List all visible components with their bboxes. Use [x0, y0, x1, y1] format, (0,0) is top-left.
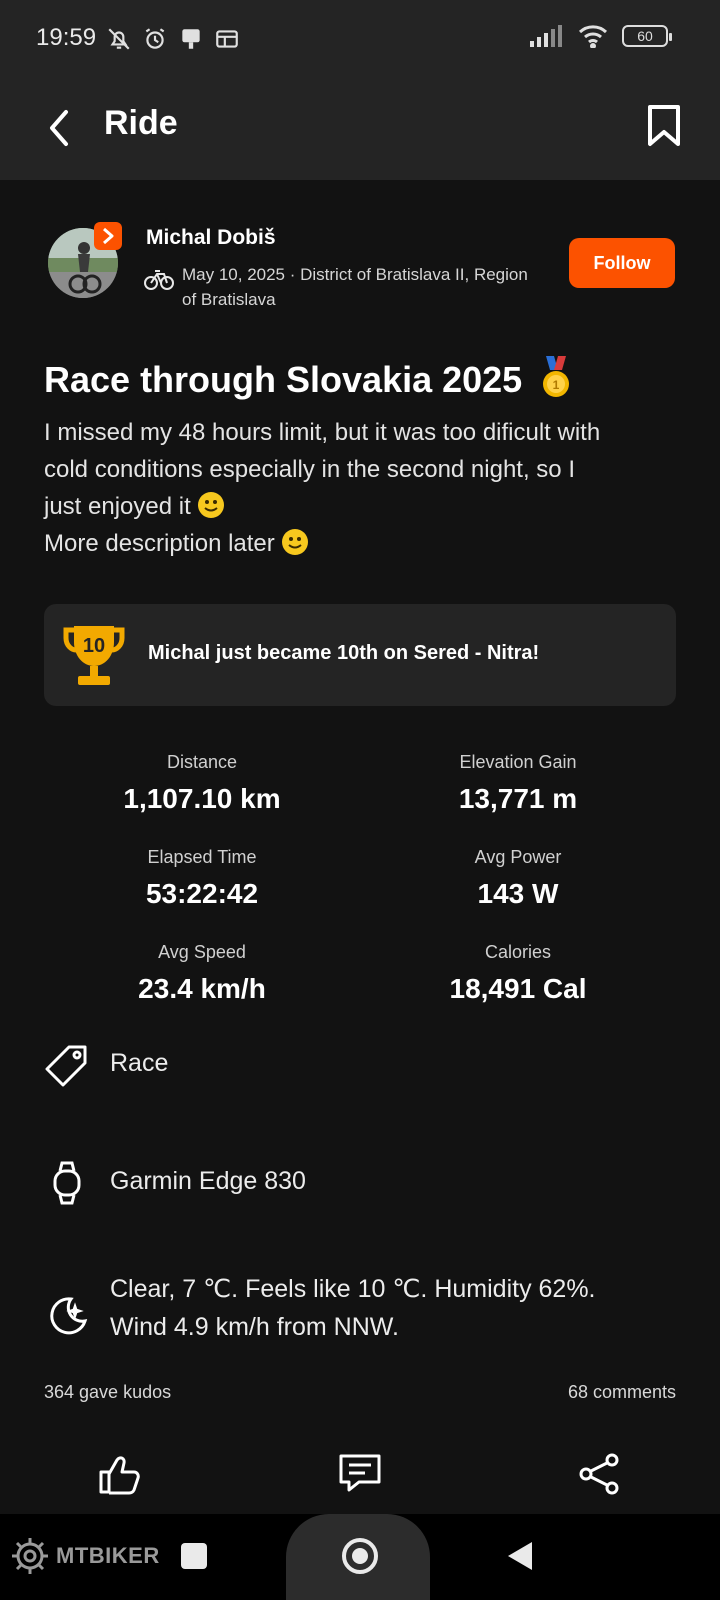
kudos-button[interactable]: [90, 1444, 150, 1504]
recents-button[interactable]: [178, 1540, 210, 1572]
status-icons-right: 60: [530, 24, 672, 48]
activity-description: I missed my 48 hours limit, but it was t…: [44, 414, 684, 562]
stat-label: Elevation Gain: [459, 752, 577, 772]
status-bar: 19:59 60: [0, 0, 720, 80]
description-text: More description later: [44, 530, 275, 557]
alarm-icon: [145, 28, 165, 49]
status-time: 19:59: [36, 24, 97, 51]
window-icon: [216, 30, 238, 48]
stat-value: 18,491 Cal: [449, 973, 587, 1004]
watermark: MTBIKER: [10, 1536, 160, 1576]
stat-value: 143 W: [477, 878, 559, 909]
smiley-icon: [198, 492, 225, 518]
comment-icon: [339, 1454, 381, 1492]
bookmark-icon: [648, 105, 680, 146]
thumbs-up-icon: [99, 1456, 140, 1495]
weather-text: Clear, 7 ℃. Feels like 10 ℃. Humidity 62…: [110, 1270, 596, 1346]
stat-distance: Distance 1,107.10 km: [52, 752, 352, 815]
weather-line: Wind 4.9 km/h from NNW.: [110, 1313, 399, 1341]
smiley-icon: [282, 529, 309, 555]
stat-avg-speed: Avg Speed 23.4 km/h: [52, 942, 352, 1005]
stat-label: Avg Power: [474, 847, 562, 867]
stat-calories: Calories 18,491 Cal: [368, 942, 668, 1005]
activity-title-text: Race through Slovakia 2025: [44, 359, 523, 401]
wifi-icon: [578, 25, 608, 48]
gear-logo-icon: [12, 1538, 48, 1574]
weather-line: Clear, 7 ℃. Feels like 10 ℃. Humidity 62…: [110, 1275, 596, 1303]
trophy-rank: 10: [83, 635, 105, 657]
achievement-card[interactable]: 10 Michal just became 10th on Sered - Ni…: [44, 604, 676, 706]
stat-value: 13,771 m: [458, 783, 578, 814]
stat-avg-power: Avg Power 143 W: [368, 847, 668, 910]
signal-icon: [530, 25, 562, 47]
stat-value: 53:22:42: [145, 878, 259, 909]
stat-label: Distance: [166, 752, 238, 772]
stat-label: Calories: [484, 942, 552, 962]
square-icon: [181, 1543, 207, 1569]
battery-icon: 60: [622, 25, 672, 47]
triangle-back-icon: [508, 1542, 532, 1570]
device-name: Garmin Edge 830: [110, 1167, 306, 1195]
notification-icon: [182, 29, 200, 49]
battery-level: 60: [637, 28, 653, 44]
achievement-text: Michal just became 10th on Sered - Nitra…: [148, 642, 540, 664]
stat-value: 23.4 km/h: [138, 973, 266, 1004]
trophy-icon: 10: [62, 622, 126, 688]
stat-label: Elapsed Time: [147, 847, 257, 867]
svg-text:1: 1: [553, 378, 560, 392]
watermark-text: MTBIKER: [56, 1543, 160, 1568]
share-icon: [579, 1453, 619, 1495]
bookmark-button[interactable]: [636, 98, 692, 154]
description-line: I missed my 48 hours limit, but it was t…: [44, 419, 601, 446]
follow-button[interactable]: Follow: [569, 238, 675, 288]
stat-elevation: Elevation Gain 13,771 m: [368, 752, 668, 815]
description-line: More description later: [44, 525, 684, 562]
back-button[interactable]: [32, 100, 88, 156]
tag-icon: [44, 1042, 90, 1088]
stat-label: Avg Speed: [158, 942, 246, 962]
status-icons-left: [106, 26, 240, 52]
description-line: cold conditions especially in the second…: [44, 456, 575, 483]
app-bar: Ride: [0, 80, 720, 180]
moon-stars-icon: [44, 1292, 90, 1338]
chevron-right-icon: [103, 227, 114, 245]
mute-icon: [108, 28, 130, 50]
description-line: just enjoyed it: [44, 488, 684, 525]
comment-button[interactable]: [330, 1444, 390, 1504]
home-button[interactable]: [338, 1534, 382, 1578]
kudos-count[interactable]: 364 gave kudos: [44, 1382, 171, 1403]
athlete-name[interactable]: Michal Dobiš: [146, 226, 276, 250]
subscriber-badge: [94, 222, 122, 250]
share-button[interactable]: [570, 1444, 630, 1504]
page-title: Ride: [104, 104, 178, 142]
stat-value: 1,107.10 km: [123, 783, 281, 814]
activity-meta: May 10, 2025 · District of Bratislava II…: [182, 265, 528, 309]
bike-icon: [144, 268, 174, 295]
chevron-left-icon: [50, 110, 68, 146]
stat-elapsed-time: Elapsed Time 53:22:42: [52, 847, 352, 910]
workout-type: Race: [110, 1049, 169, 1077]
circle-icon: [342, 1538, 378, 1574]
description-text: just enjoyed it: [44, 493, 191, 520]
watch-icon: [44, 1160, 90, 1206]
activity-title: Race through Slovakia 2025 1: [44, 356, 572, 409]
gold-medal-icon: 1: [540, 356, 572, 409]
back-nav-button[interactable]: [504, 1538, 536, 1574]
comment-count[interactable]: 68 comments: [568, 1382, 676, 1403]
